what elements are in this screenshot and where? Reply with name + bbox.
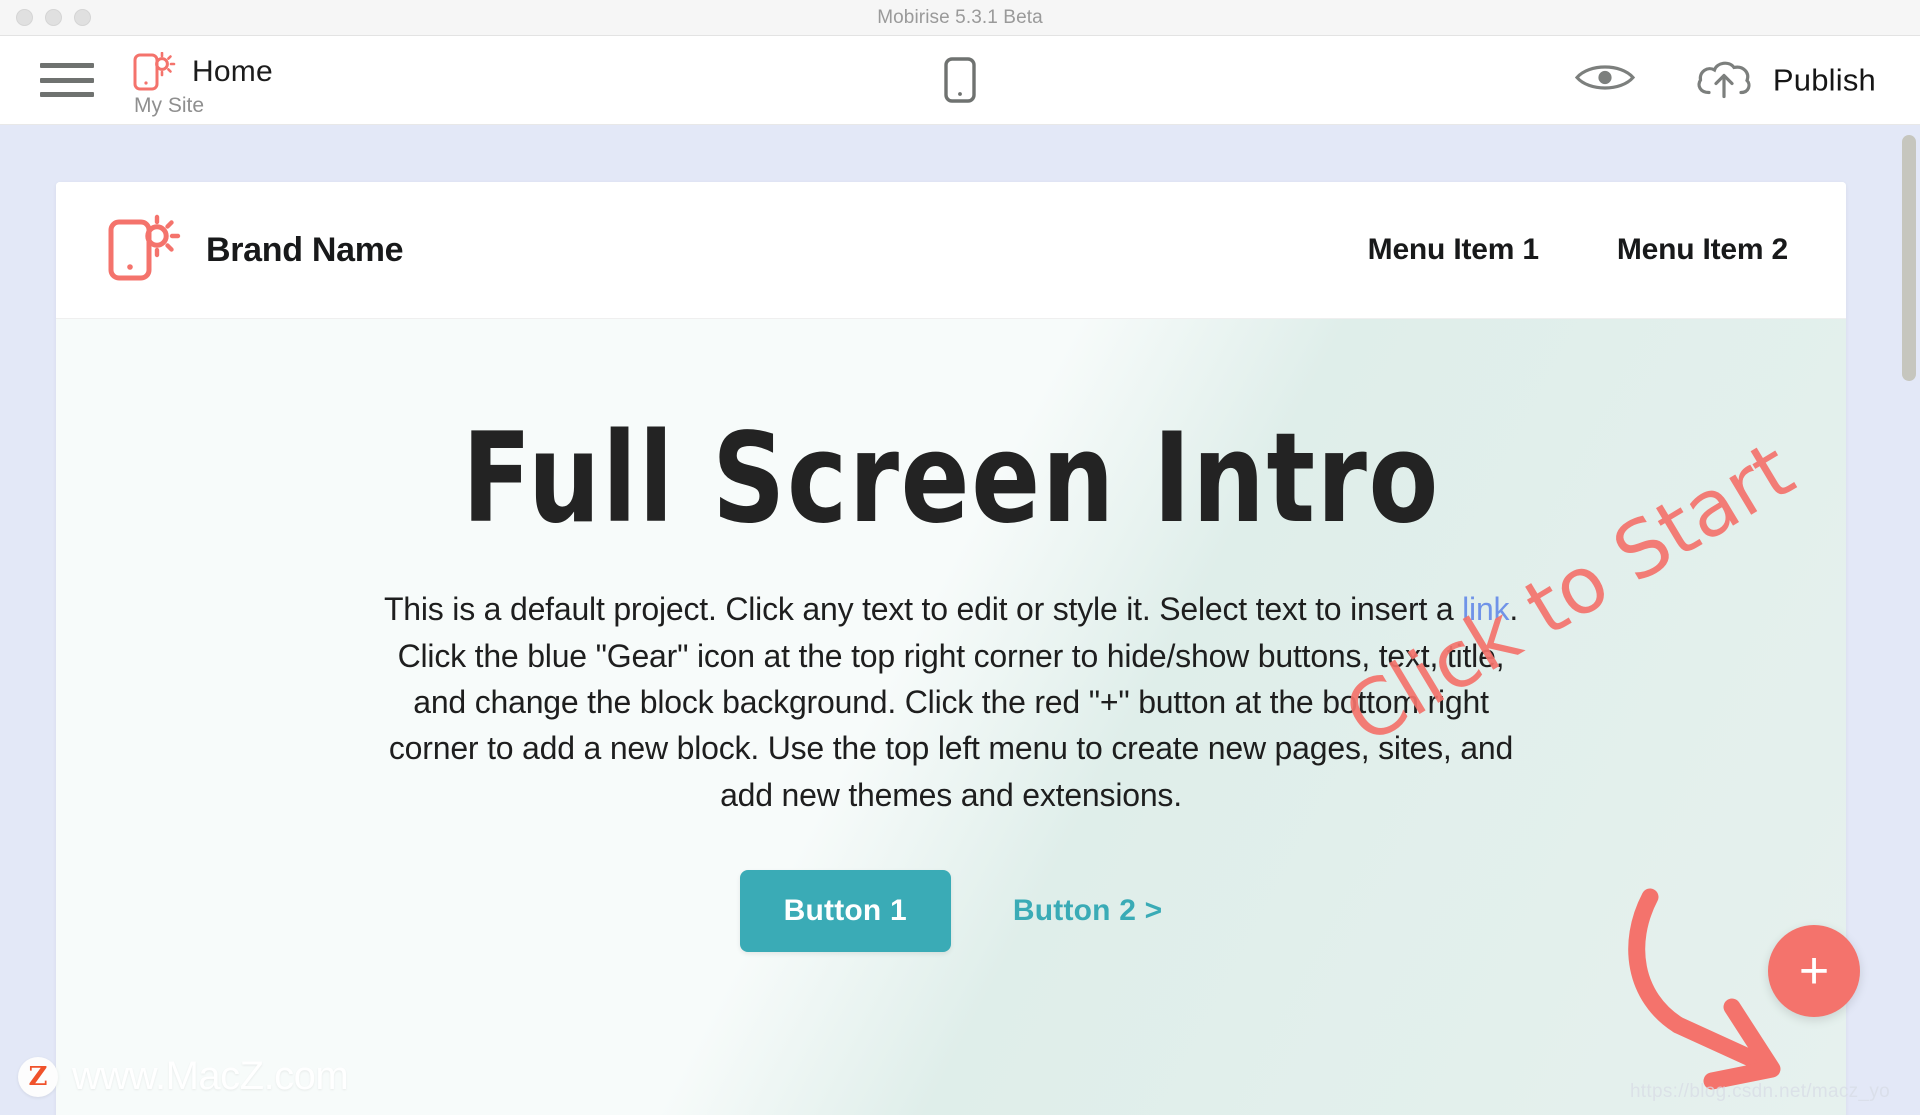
cloud-upload-icon [1693,55,1755,106]
editor-canvas: Brand Name Menu Item 1 Menu Item 2 Full … [0,125,1920,1115]
window-titlebar: Mobirise 5.3.1 Beta [0,0,1920,36]
site-name-label: My Site [134,94,205,117]
publish-label: Publish [1772,62,1876,97]
hero-block[interactable]: Full Screen Intro This is a default proj… [56,319,1846,1115]
nav-link-menu-item-2[interactable]: Menu Item 2 [1617,233,1788,267]
site-page: Brand Name Menu Item 1 Menu Item 2 Full … [56,182,1846,1115]
hero-button-primary[interactable]: Button 1 [739,870,951,953]
hero-buttons: Button 1 Button 2 > [56,870,1846,953]
brand-name: Brand Name [206,230,404,269]
preview-button[interactable] [1573,58,1637,103]
mobile-device-icon[interactable] [934,52,986,108]
window-title: Mobirise 5.3.1 Beta [877,6,1043,28]
nav-link-menu-item-1[interactable]: Menu Item 1 [1368,233,1539,267]
toolbar-actions: Publish [1573,55,1876,106]
mobirise-logo-icon [132,51,178,92]
site-nav-links: Menu Item 1 Menu Item 2 [1368,233,1789,267]
hero-button-secondary[interactable]: Button 2 > [1013,894,1163,928]
app-toolbar: Home My Site Publish [0,36,1920,125]
site-navbar: Brand Name Menu Item 1 Menu Item 2 [56,182,1846,319]
add-block-button[interactable]: + [1768,925,1860,1017]
hero-inline-link[interactable]: link [1462,591,1509,627]
hero-paragraph[interactable]: This is a default project. Click any tex… [377,586,1525,818]
scrollbar-thumb[interactable] [1902,135,1916,381]
plus-icon: + [1798,942,1830,1000]
publish-button[interactable]: Publish [1693,55,1876,106]
mobirise-logo-icon [106,214,184,287]
page-title: Home [192,55,273,88]
site-identity[interactable]: Home My Site [132,51,273,118]
hero-title[interactable]: Full Screen Intro [217,414,1685,544]
vertical-scrollbar[interactable] [1898,125,1920,1115]
eye-icon [1573,58,1637,103]
hamburger-icon[interactable] [40,63,94,97]
hero-paragraph-part-1: This is a default project. Click any tex… [383,591,1463,628]
site-brand[interactable]: Brand Name [106,214,404,287]
